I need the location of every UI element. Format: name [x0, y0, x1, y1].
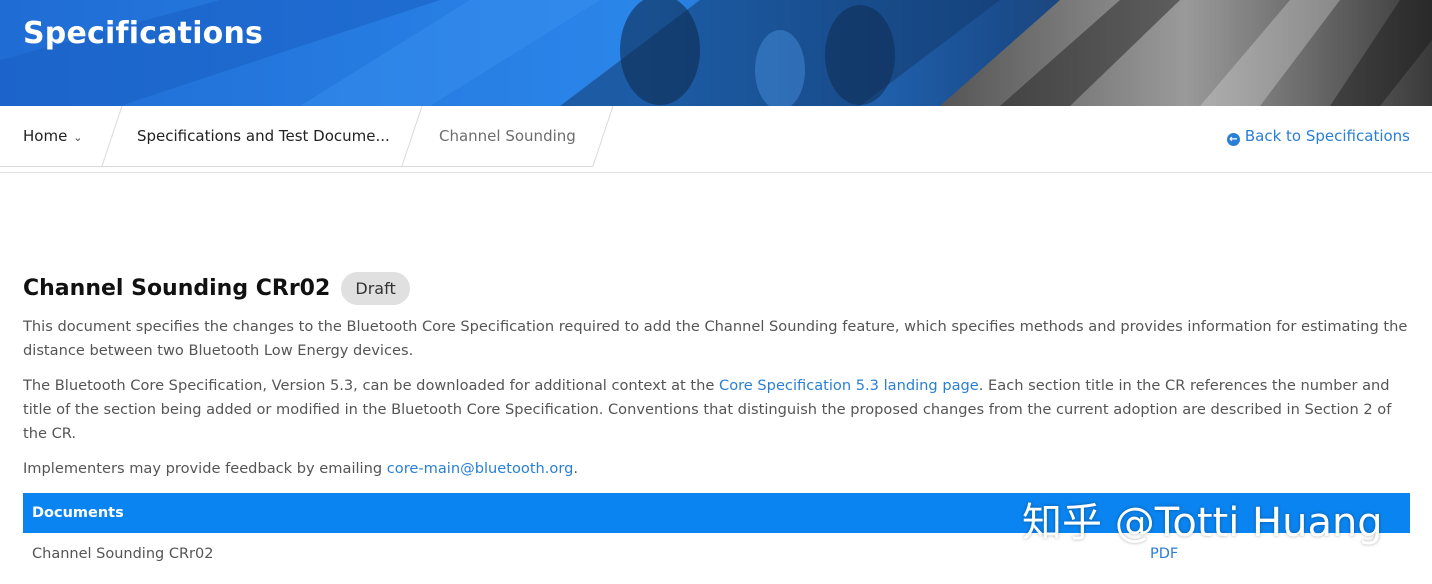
context-text-start: The Bluetooth Core Specification, Versio…	[23, 377, 719, 394]
chevron-down-icon: ⌄	[73, 131, 83, 144]
arrow-circle-left-icon: ←	[1226, 133, 1240, 146]
watermark: 知乎 @Totti Huang	[1022, 500, 1383, 546]
description-paragraph: This document specifies the changes to t…	[23, 318, 1408, 359]
breadcrumb: Home ⌄ Specifications and Test Docume... …	[0, 106, 1432, 173]
core-spec-landing-link[interactable]: Core Specification 5.3 landing page	[719, 377, 979, 394]
context-paragraph: The Bluetooth Core Specification, Versio…	[23, 374, 1413, 446]
document-title-row: Channel Sounding CRr02 Draft	[23, 272, 410, 310]
feedback-text-start: Implementers may provide feedback by ema…	[23, 460, 387, 477]
breadcrumb-specifications[interactable]: Specifications and Test Docume...	[137, 106, 390, 166]
feedback-email-link[interactable]: core-main@bluetooth.org	[387, 460, 574, 477]
hero-banner: Specifications	[0, 0, 1432, 106]
back-link-label: Back to Specifications	[1244, 127, 1410, 145]
page-heading: Specifications	[23, 16, 264, 51]
documents-header-label: Documents	[32, 505, 124, 521]
feedback-paragraph: Implementers may provide feedback by ema…	[23, 457, 1413, 481]
document-name: Channel Sounding CRr02	[32, 546, 214, 562]
breadcrumb-current: Channel Sounding	[439, 127, 576, 145]
feedback-text-end: .	[573, 460, 579, 477]
back-to-specifications-link[interactable]: ← Back to Specifications	[1226, 106, 1410, 166]
document-title: Channel Sounding CRr02	[23, 276, 331, 301]
breadcrumb-home-label: Home	[23, 127, 68, 145]
breadcrumb-home[interactable]: Home ⌄	[23, 106, 83, 166]
status-badge: Draft	[341, 272, 410, 305]
